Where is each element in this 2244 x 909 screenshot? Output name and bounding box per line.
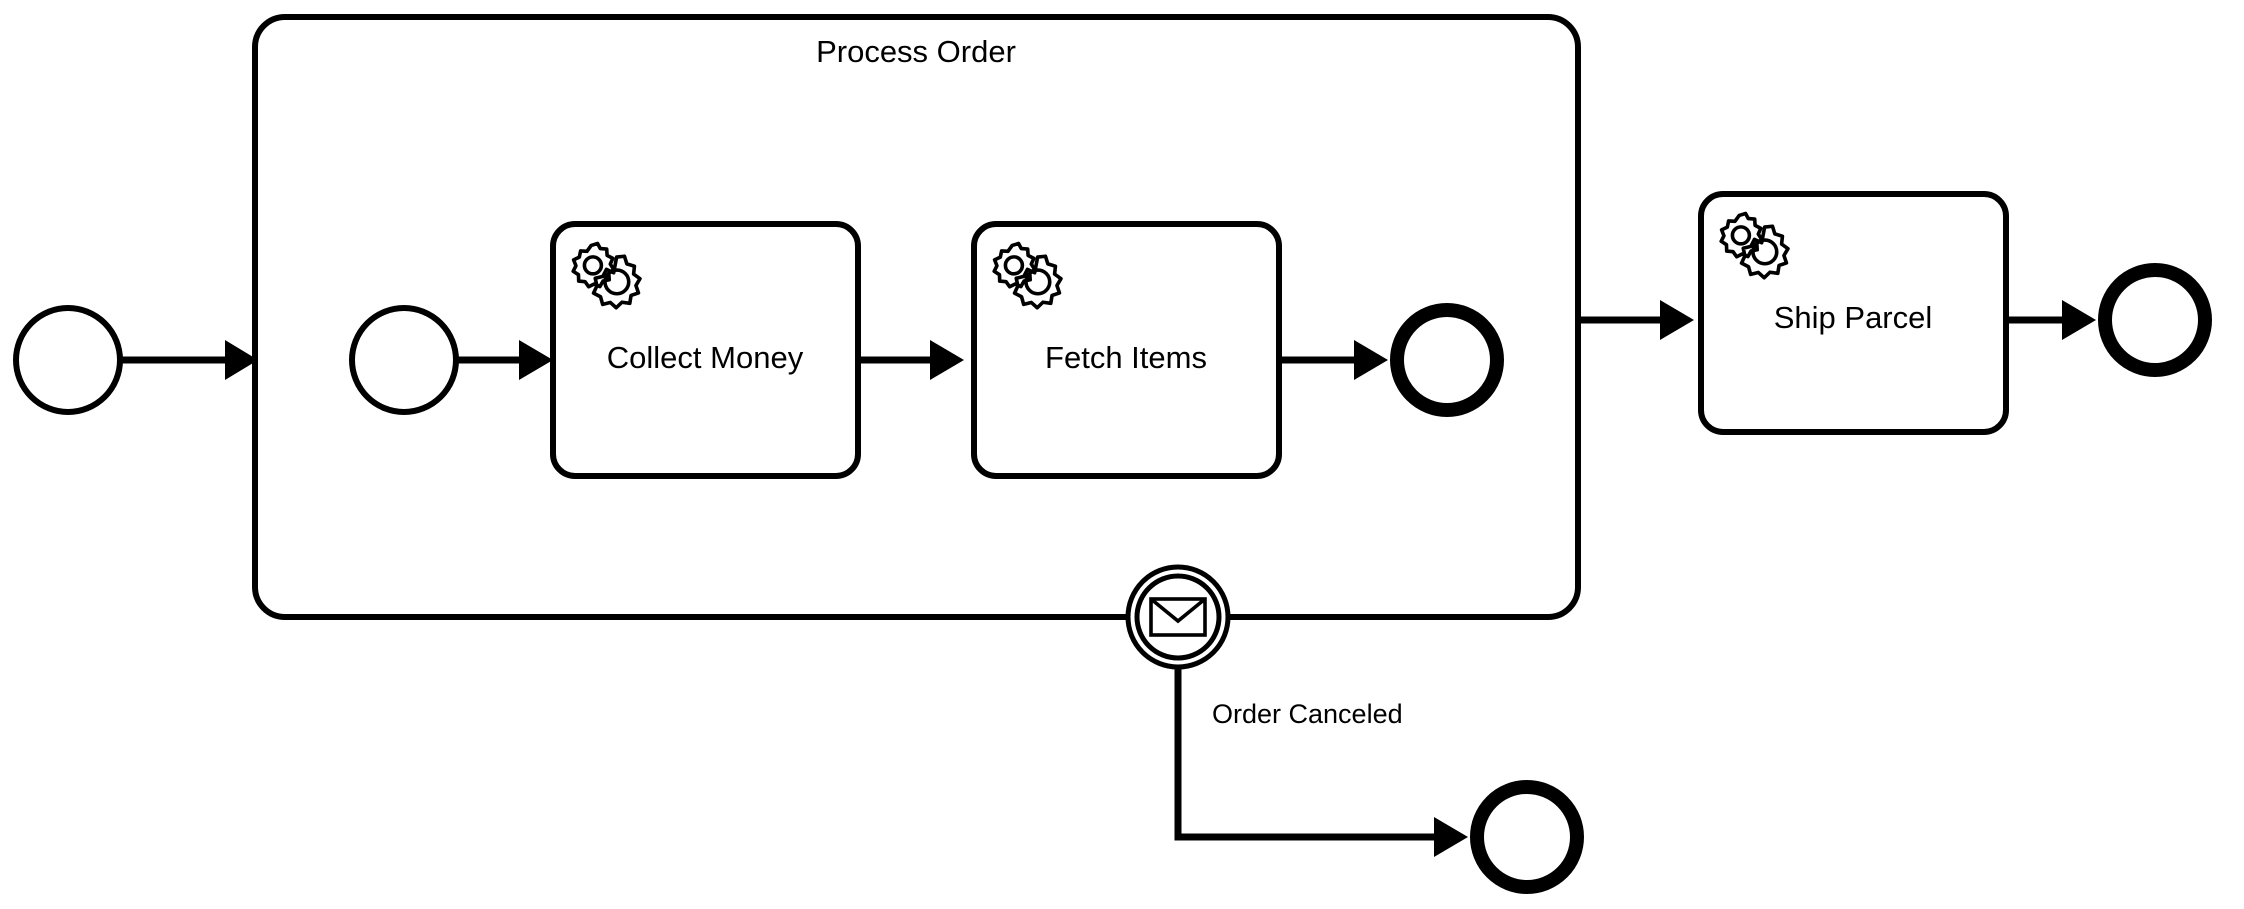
- flow-line: [1174, 667, 1434, 841]
- bpmn-diagram-canvas: Process Order Collect Money Fetch Items …: [0, 0, 2244, 909]
- task-label: Collect Money: [607, 340, 804, 375]
- service-task-ship-parcel[interactable]: Ship Parcel: [1698, 191, 2009, 435]
- end-event-inner[interactable]: [1390, 303, 1504, 417]
- end-event-order-canceled[interactable]: [1470, 780, 1584, 894]
- subprocess-label: Process Order: [816, 34, 1016, 69]
- boundary-event-order-canceled[interactable]: [1125, 564, 1231, 670]
- end-event-inner-circle[interactable]: [1390, 303, 1504, 417]
- end-event-canceled-circle[interactable]: [1470, 780, 1584, 894]
- flow-arrowhead: [1660, 300, 1694, 340]
- envelope-icon: [1149, 597, 1207, 637]
- service-task-collect-money[interactable]: Collect Money: [550, 221, 861, 479]
- sequence-flow-subprocess-to-ship-parcel[interactable]: [1578, 300, 1694, 340]
- subprocess-border[interactable]: [252, 14, 1581, 620]
- end-event-outer[interactable]: [2098, 263, 2212, 377]
- flow-label-order-canceled: Order Canceled: [1212, 699, 1403, 729]
- start-event-inner[interactable]: [349, 305, 459, 415]
- bpmn-svg-canvas: Process Order Collect Money Fetch Items …: [13, 14, 2212, 894]
- start-event-outer-circle[interactable]: [13, 305, 123, 415]
- start-event-inner-circle[interactable]: [349, 305, 459, 415]
- sequence-flow-start-to-subprocess[interactable]: [120, 340, 258, 380]
- end-event-outer-circle[interactable]: [2098, 263, 2212, 377]
- task-label: Ship Parcel: [1774, 300, 1933, 335]
- task-label: Fetch Items: [1045, 340, 1207, 375]
- subprocess-process-order[interactable]: Process Order: [252, 14, 1581, 620]
- flow-arrowhead: [1434, 817, 1468, 857]
- start-event-outer[interactable]: [13, 305, 123, 415]
- service-task-fetch-items[interactable]: Fetch Items: [971, 221, 1282, 479]
- flow-arrowhead: [2062, 300, 2096, 340]
- sequence-flow-ship-parcel-to-outer-end[interactable]: [2006, 300, 2096, 340]
- sequence-flow-order-canceled[interactable]: Order Canceled: [1174, 667, 1468, 857]
